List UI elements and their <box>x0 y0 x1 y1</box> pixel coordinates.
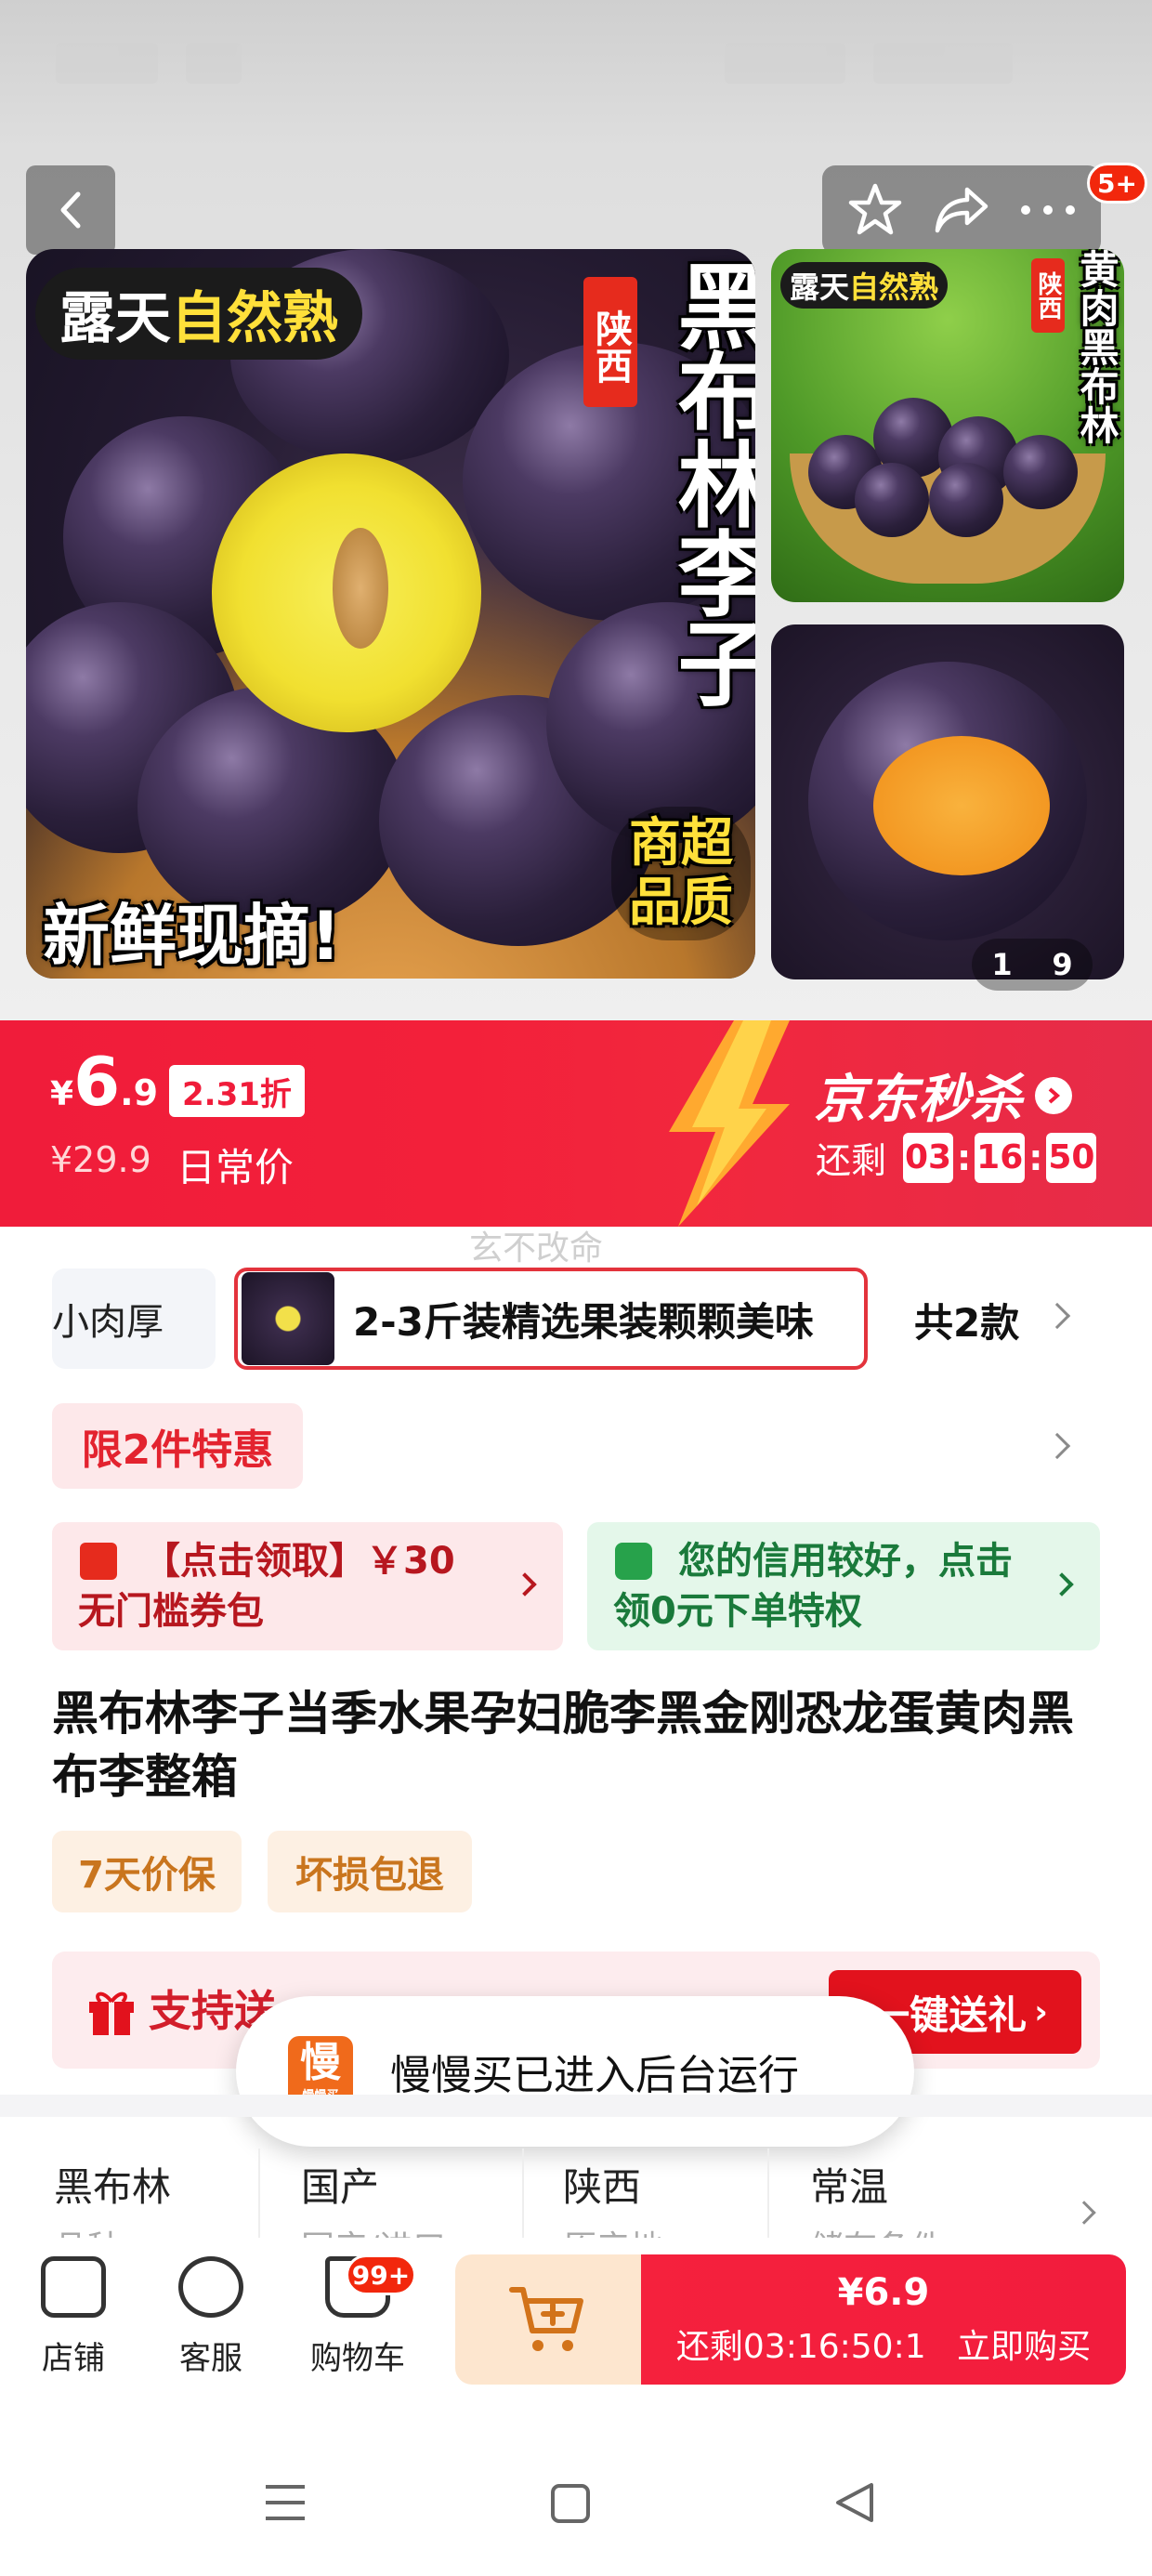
countdown-minutes: 16 <box>975 1132 1026 1183</box>
chevron-right-icon[interactable] <box>1043 1432 1071 1460</box>
chevron-right-icon <box>1072 2201 1096 2225</box>
customer-service-button[interactable]: 客服 <box>160 2256 262 2378</box>
attr-divider <box>258 2149 260 2241</box>
attr-storage-value: 常温 <box>810 2164 889 2210</box>
service-label: 客服 <box>179 2340 242 2377</box>
background-run-toast: 慢 慢慢买 慢慢买已进入后台运行 <box>236 1996 914 2147</box>
menu-icon[interactable] <box>264 2483 307 2522</box>
attr-divider <box>522 2149 524 2241</box>
side-product-image-1[interactable]: 露天自然熟 陕西 黄肉黑布林 <box>771 249 1124 602</box>
side-tag-highlight: 自然熟 <box>849 269 939 305</box>
variant-option-1-label: 汁小肉厚 <box>52 1301 164 1344</box>
variant-option-selected[interactable]: 2-3斤装精选果装颗颗美味 <box>234 1268 868 1370</box>
home-square-icon[interactable] <box>550 2483 591 2524</box>
shop-button[interactable]: 店铺 <box>22 2256 124 2378</box>
price-integer: 6 <box>73 1043 121 1121</box>
gift-icon <box>89 1991 134 2035</box>
share-icon[interactable] <box>924 173 999 247</box>
buy-label: 立即购买 <box>957 2328 1092 2366</box>
chevron-right-icon <box>1050 1572 1074 1597</box>
service-face-icon <box>178 2256 243 2318</box>
quality-badge: 商超品质 <box>611 807 751 940</box>
shopping-bag-icon <box>615 1543 652 1580</box>
buy-price: ¥6.9 <box>837 2271 930 2314</box>
cart-label: 购物车 <box>310 2340 405 2377</box>
top-actions <box>822 165 1101 255</box>
buy-timer: 还剩03:16:50:1 <box>675 2328 926 2366</box>
seckill-title-text: 京东秒杀 <box>814 1070 1022 1130</box>
cart-count-badge: 99+ <box>346 2254 416 2295</box>
chevron-right-icon[interactable] <box>1043 1302 1071 1330</box>
service-price-protect[interactable]: 7天价保 <box>52 1831 242 1912</box>
product-gallery[interactable]: 5+ 露天自然熟 陕西 黑布林李子 商超品质 新鲜现摘! 露天自然熟 陕西 黄肉… <box>0 0 1152 1020</box>
main-product-image[interactable]: 露天自然熟 陕西 黑布林李子 商超品质 新鲜现摘! <box>26 249 755 979</box>
price-bar: ¥ 6 .9 2.31折 ¥29.9 日常价 京东秒杀 还剩 03: 16: 5… <box>0 1020 1152 1227</box>
buy-subline: 还剩03:16:50:1 立即购买 <box>641 2320 1126 2368</box>
shop-icon <box>41 2256 106 2318</box>
price-currency: ¥ <box>50 1075 74 1113</box>
seckill-title[interactable]: 京东秒杀 <box>814 1058 1072 1133</box>
product-name-vertical: 黑布林李子 <box>661 258 755 704</box>
credit-privilege-text: 您的信用较好，点击领0元下单特权 <box>613 1540 1013 1633</box>
attr-import-value: 国产 <box>301 2164 380 2210</box>
side-product-name: 黄肉黑布林 <box>1074 249 1119 444</box>
side-origin-tag: 陕西 <box>1031 258 1065 333</box>
original-price: ¥29.9 <box>50 1139 151 1180</box>
favorite-star-icon[interactable] <box>838 173 912 247</box>
tag-open-air-text: 露天 <box>59 286 171 351</box>
chevron-left-icon <box>60 191 81 229</box>
countdown-seconds: 50 <box>1046 1132 1097 1183</box>
original-price-label: 日常价 <box>177 1145 295 1190</box>
coupon-icon <box>80 1543 117 1580</box>
fresh-picked-label: 新鲜现摘! <box>43 897 341 975</box>
attr-divider <box>767 2149 769 2241</box>
tag-natural-ripe: 自然熟 <box>171 286 338 351</box>
coupon-package-text: 【点击领取】￥30无门槛券包 <box>78 1540 455 1633</box>
variant-option-1[interactable]: 汁小肉厚 <box>52 1268 216 1369</box>
add-to-cart-button[interactable] <box>455 2254 641 2385</box>
toast-message: 慢慢买已进入后台运行 <box>390 2052 799 2099</box>
side-tag-left: 露天 <box>790 269 850 305</box>
message-count-badge: 5+ <box>1087 163 1147 204</box>
origin-tag: 陕西 <box>583 277 637 407</box>
variant-count[interactable]: 共2款 <box>914 1292 1019 1348</box>
image-counter-current: 1 <box>991 947 1013 982</box>
countdown-label: 还剩 <box>816 1140 887 1181</box>
limit-offer-badge[interactable]: 限2件特惠 <box>52 1403 303 1489</box>
add-cart-icon <box>509 2287 583 2351</box>
more-icon[interactable] <box>1011 173 1085 247</box>
variant-selected-label: 2-3斤装精选果装颗颗美味 <box>353 1298 814 1345</box>
app-logo-char: 慢 <box>300 2038 341 2086</box>
product-title: 黑布林李子当季水果孕妇脆李黑金刚恐龙蛋黄肉黑布李整箱 <box>52 1687 1074 1804</box>
side-tag: 露天自然熟 <box>780 262 949 309</box>
tag-open-air: 露天自然熟 <box>35 268 362 360</box>
buy-now-button[interactable]: ¥6.9 还剩03:16:50:1 立即购买 <box>641 2254 1126 2385</box>
price-decimal: .9 <box>120 1072 159 1113</box>
shop-label: 店铺 <box>42 2340 105 2377</box>
watermark: 玄不改命 <box>469 1229 604 1268</box>
back-triangle-icon[interactable] <box>834 2481 875 2524</box>
current-price: ¥ 6 .9 <box>50 1048 158 1115</box>
lightning-icon <box>669 1020 790 1227</box>
section-separator <box>0 2095 1152 2117</box>
countdown-hours: 03 <box>903 1132 954 1183</box>
discount-badge: 2.31折 <box>169 1065 305 1117</box>
variant-thumbnail <box>242 1272 334 1365</box>
status-bar-ghost <box>0 0 1152 139</box>
chevron-right-icon <box>513 1572 537 1597</box>
coupon-package[interactable]: 【点击领取】￥30无门槛券包 <box>52 1522 563 1650</box>
chevron-right-icon <box>1035 1076 1072 1114</box>
side-product-image-2[interactable] <box>771 624 1124 979</box>
system-nav-bar <box>0 2435 1152 2576</box>
attr-variety-value: 黑布林 <box>54 2164 172 2210</box>
attr-origin-value: 陕西 <box>563 2164 642 2210</box>
image-counter-total: 9 <box>1052 947 1073 982</box>
image-counter: 1 9 <box>972 939 1093 991</box>
credit-privilege[interactable]: 您的信用较好，点击领0元下单特权 <box>587 1522 1100 1650</box>
back-button[interactable] <box>26 165 115 255</box>
service-damage-refund[interactable]: 坏损包退 <box>268 1831 472 1912</box>
seckill-countdown: 还剩 03: 16: 50 <box>816 1132 1100 1183</box>
